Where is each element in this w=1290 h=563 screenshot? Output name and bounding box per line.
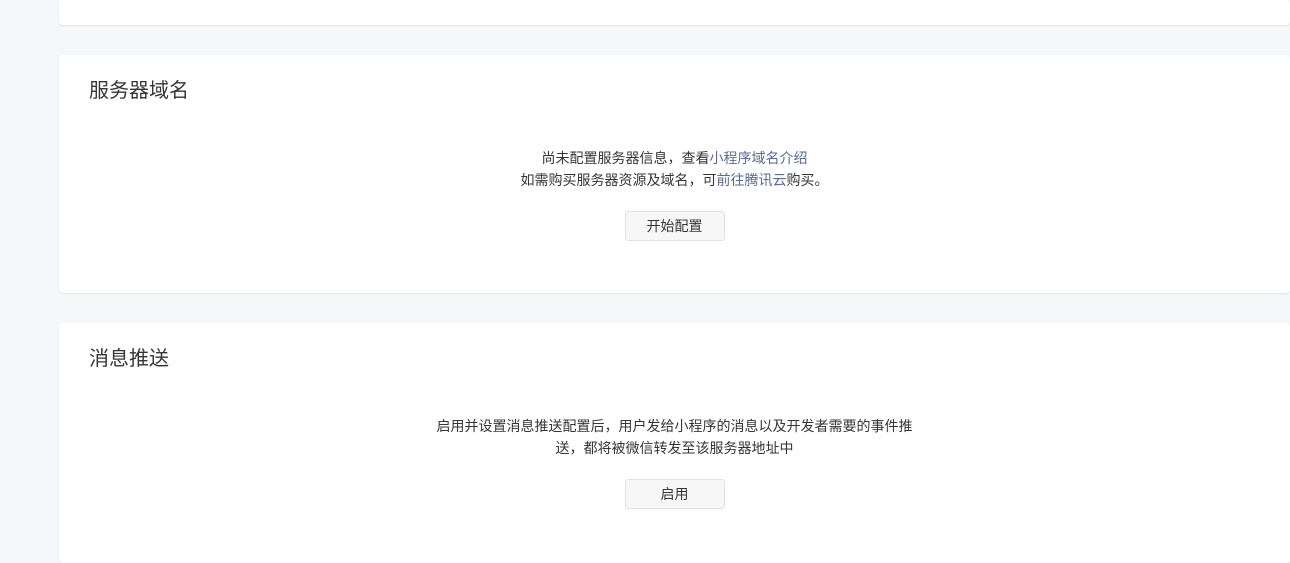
server-domain-info-text: 尚未配置服务器信息，查看 xyxy=(541,150,710,166)
server-domain-info-line: 尚未配置服务器信息，查看小程序域名介绍 xyxy=(59,147,1290,169)
server-domain-purchase-suffix: 购买。 xyxy=(786,172,829,188)
message-push-body: 启用并设置消息推送配置后，用户发给小程序的消息以及开发者需要的事件推 送，都将被… xyxy=(59,415,1290,509)
server-domain-title: 服务器域名 xyxy=(89,80,189,102)
message-push-card: 消息推送 启用并设置消息推送配置后，用户发给小程序的消息以及开发者需要的事件推 … xyxy=(59,323,1290,563)
enable-button[interactable]: 启用 xyxy=(624,479,725,509)
server-domain-button-wrap: 开始配置 xyxy=(59,211,1290,241)
server-domain-purchase-text: 如需购买服务器资源及域名，可 xyxy=(520,172,717,188)
message-push-title: 消息推送 xyxy=(89,348,169,370)
message-push-button-wrap: 启用 xyxy=(59,479,1290,509)
server-domain-body: 尚未配置服务器信息，查看小程序域名介绍 如需购买服务器资源及域名，可前往腾讯云购… xyxy=(59,147,1290,241)
server-domain-purchase-line: 如需购买服务器资源及域名，可前往腾讯云购买。 xyxy=(59,169,1290,191)
message-push-desc-line2: 送，都将被微信转发至该服务器地址中 xyxy=(555,440,794,456)
tencent-cloud-link[interactable]: 前往腾讯云 xyxy=(717,172,787,188)
previous-section-card xyxy=(59,0,1290,25)
start-config-button[interactable]: 开始配置 xyxy=(624,211,725,241)
domain-intro-link[interactable]: 小程序域名介绍 xyxy=(710,150,808,166)
server-domain-card: 服务器域名 尚未配置服务器信息，查看小程序域名介绍 如需购买服务器资源及域名，可… xyxy=(59,55,1290,293)
message-push-desc-line1: 启用并设置消息推送配置后，用户发给小程序的消息以及开发者需要的事件推 xyxy=(436,418,913,434)
